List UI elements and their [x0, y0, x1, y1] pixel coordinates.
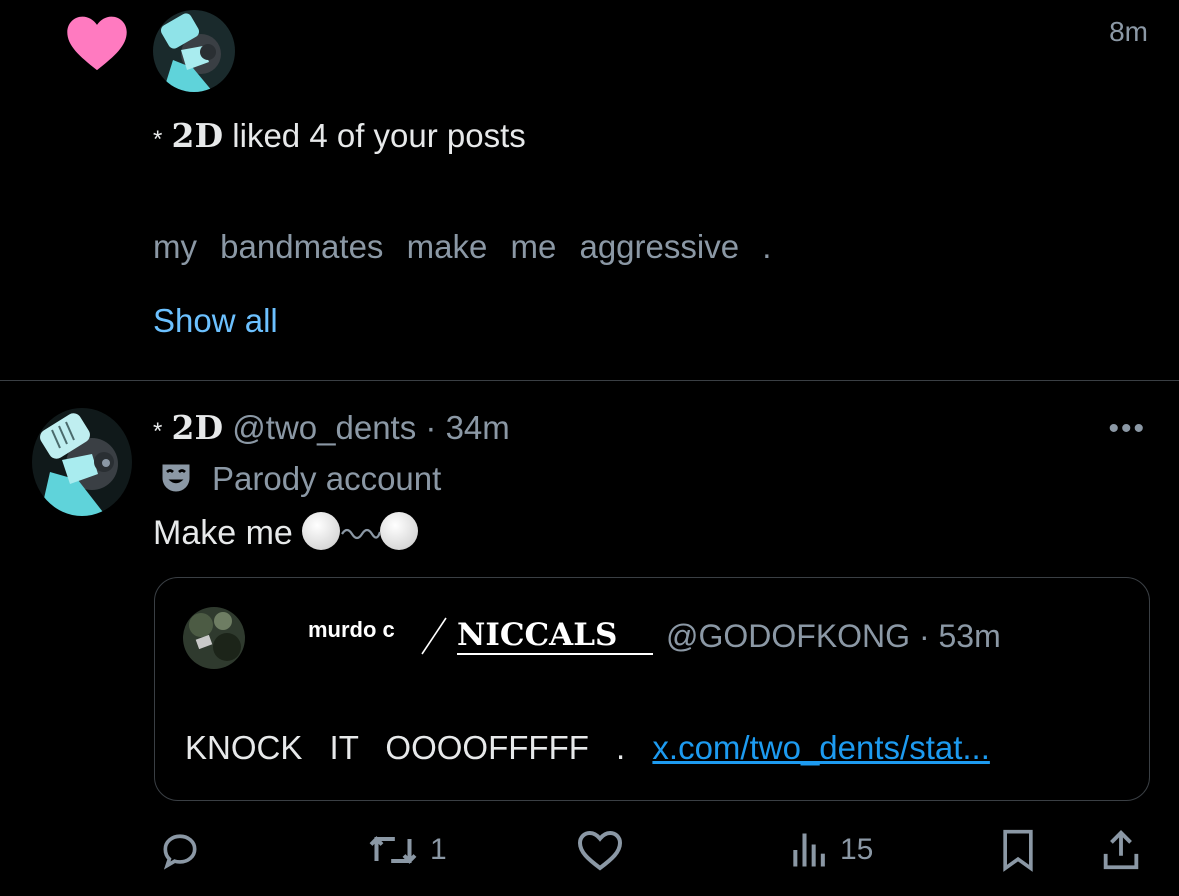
like-button[interactable]: [576, 828, 624, 872]
notification-user-name[interactable]: 2D: [172, 116, 224, 155]
parody-label-text: Parody account: [212, 460, 442, 497]
separator-dot: ·: [425, 409, 437, 446]
quoted-avatar[interactable]: [183, 607, 245, 669]
quoted-display-name[interactable]: NICCALS: [457, 617, 654, 655]
share-button[interactable]: [1098, 828, 1144, 872]
quoted-handle[interactable]: @GODOFKONG: [666, 618, 910, 654]
quoted-handle-line: @GODOFKONG · 53m: [666, 618, 1001, 655]
reply-button[interactable]: [156, 828, 204, 872]
tweet-header: * 2D @two_dents · 34m: [153, 408, 510, 447]
white-circle-emoji: [380, 512, 419, 550]
name-prefix: *: [153, 418, 163, 445]
quoted-body: KNOCK IT OOOOFFFFF .: [185, 729, 626, 766]
tweet-time[interactable]: 34m: [446, 409, 510, 446]
quoted-text: KNOCK IT OOOOFFFFF . x.com/two_dents/sta…: [185, 729, 990, 767]
views-button[interactable]: 15: [788, 828, 873, 872]
tweet-avatar[interactable]: [32, 408, 132, 516]
notification-time: 8m: [1109, 16, 1148, 47]
parody-mask-icon: [158, 460, 194, 496]
quoted-tweet-card[interactable]: [154, 577, 1150, 801]
share-icon: [1103, 830, 1139, 870]
bookmark-icon: [1003, 829, 1033, 872]
slash-mark: [421, 617, 447, 655]
tweet-handle[interactable]: @two_dents: [232, 409, 416, 446]
notification-action: liked 4 of your posts: [223, 117, 526, 154]
notification-post-preview[interactable]: my bandmates make me aggressive .: [153, 228, 771, 266]
quoted-link[interactable]: x.com/two_dents/stat...: [652, 729, 989, 766]
wavy-dash-emoji: [341, 528, 381, 540]
more-options-icon[interactable]: •••: [1108, 412, 1146, 446]
divider: [0, 380, 1179, 381]
parody-label: Parody account: [158, 460, 441, 498]
retweet-count: 1: [430, 833, 447, 866]
tweet-user-name[interactable]: 2D: [172, 408, 224, 447]
heart-icon: [66, 14, 128, 72]
show-all-link[interactable]: Show all: [153, 302, 278, 340]
name-prefix: *: [153, 126, 163, 153]
separator-dot: ·: [918, 618, 930, 654]
tweet-text: Make me: [153, 512, 419, 553]
quoted-time: 53m: [938, 618, 1001, 654]
views-chart-icon: [793, 833, 825, 867]
views-count: 15: [840, 833, 874, 866]
retweet-icon: [369, 836, 417, 864]
tweet-body: Make me: [153, 514, 293, 552]
white-circle-emoji: [302, 512, 341, 550]
reply-icon: [163, 834, 197, 870]
quoted-name-small: murdo c: [308, 617, 395, 642]
like-icon: [577, 830, 623, 871]
retweet-button[interactable]: 1: [364, 828, 447, 872]
bookmark-button[interactable]: [996, 828, 1040, 872]
notification-text: * 2D liked 4 of your posts: [153, 116, 526, 155]
quoted-name[interactable]: NICCALS: [457, 617, 654, 655]
avatar[interactable]: [153, 10, 235, 92]
